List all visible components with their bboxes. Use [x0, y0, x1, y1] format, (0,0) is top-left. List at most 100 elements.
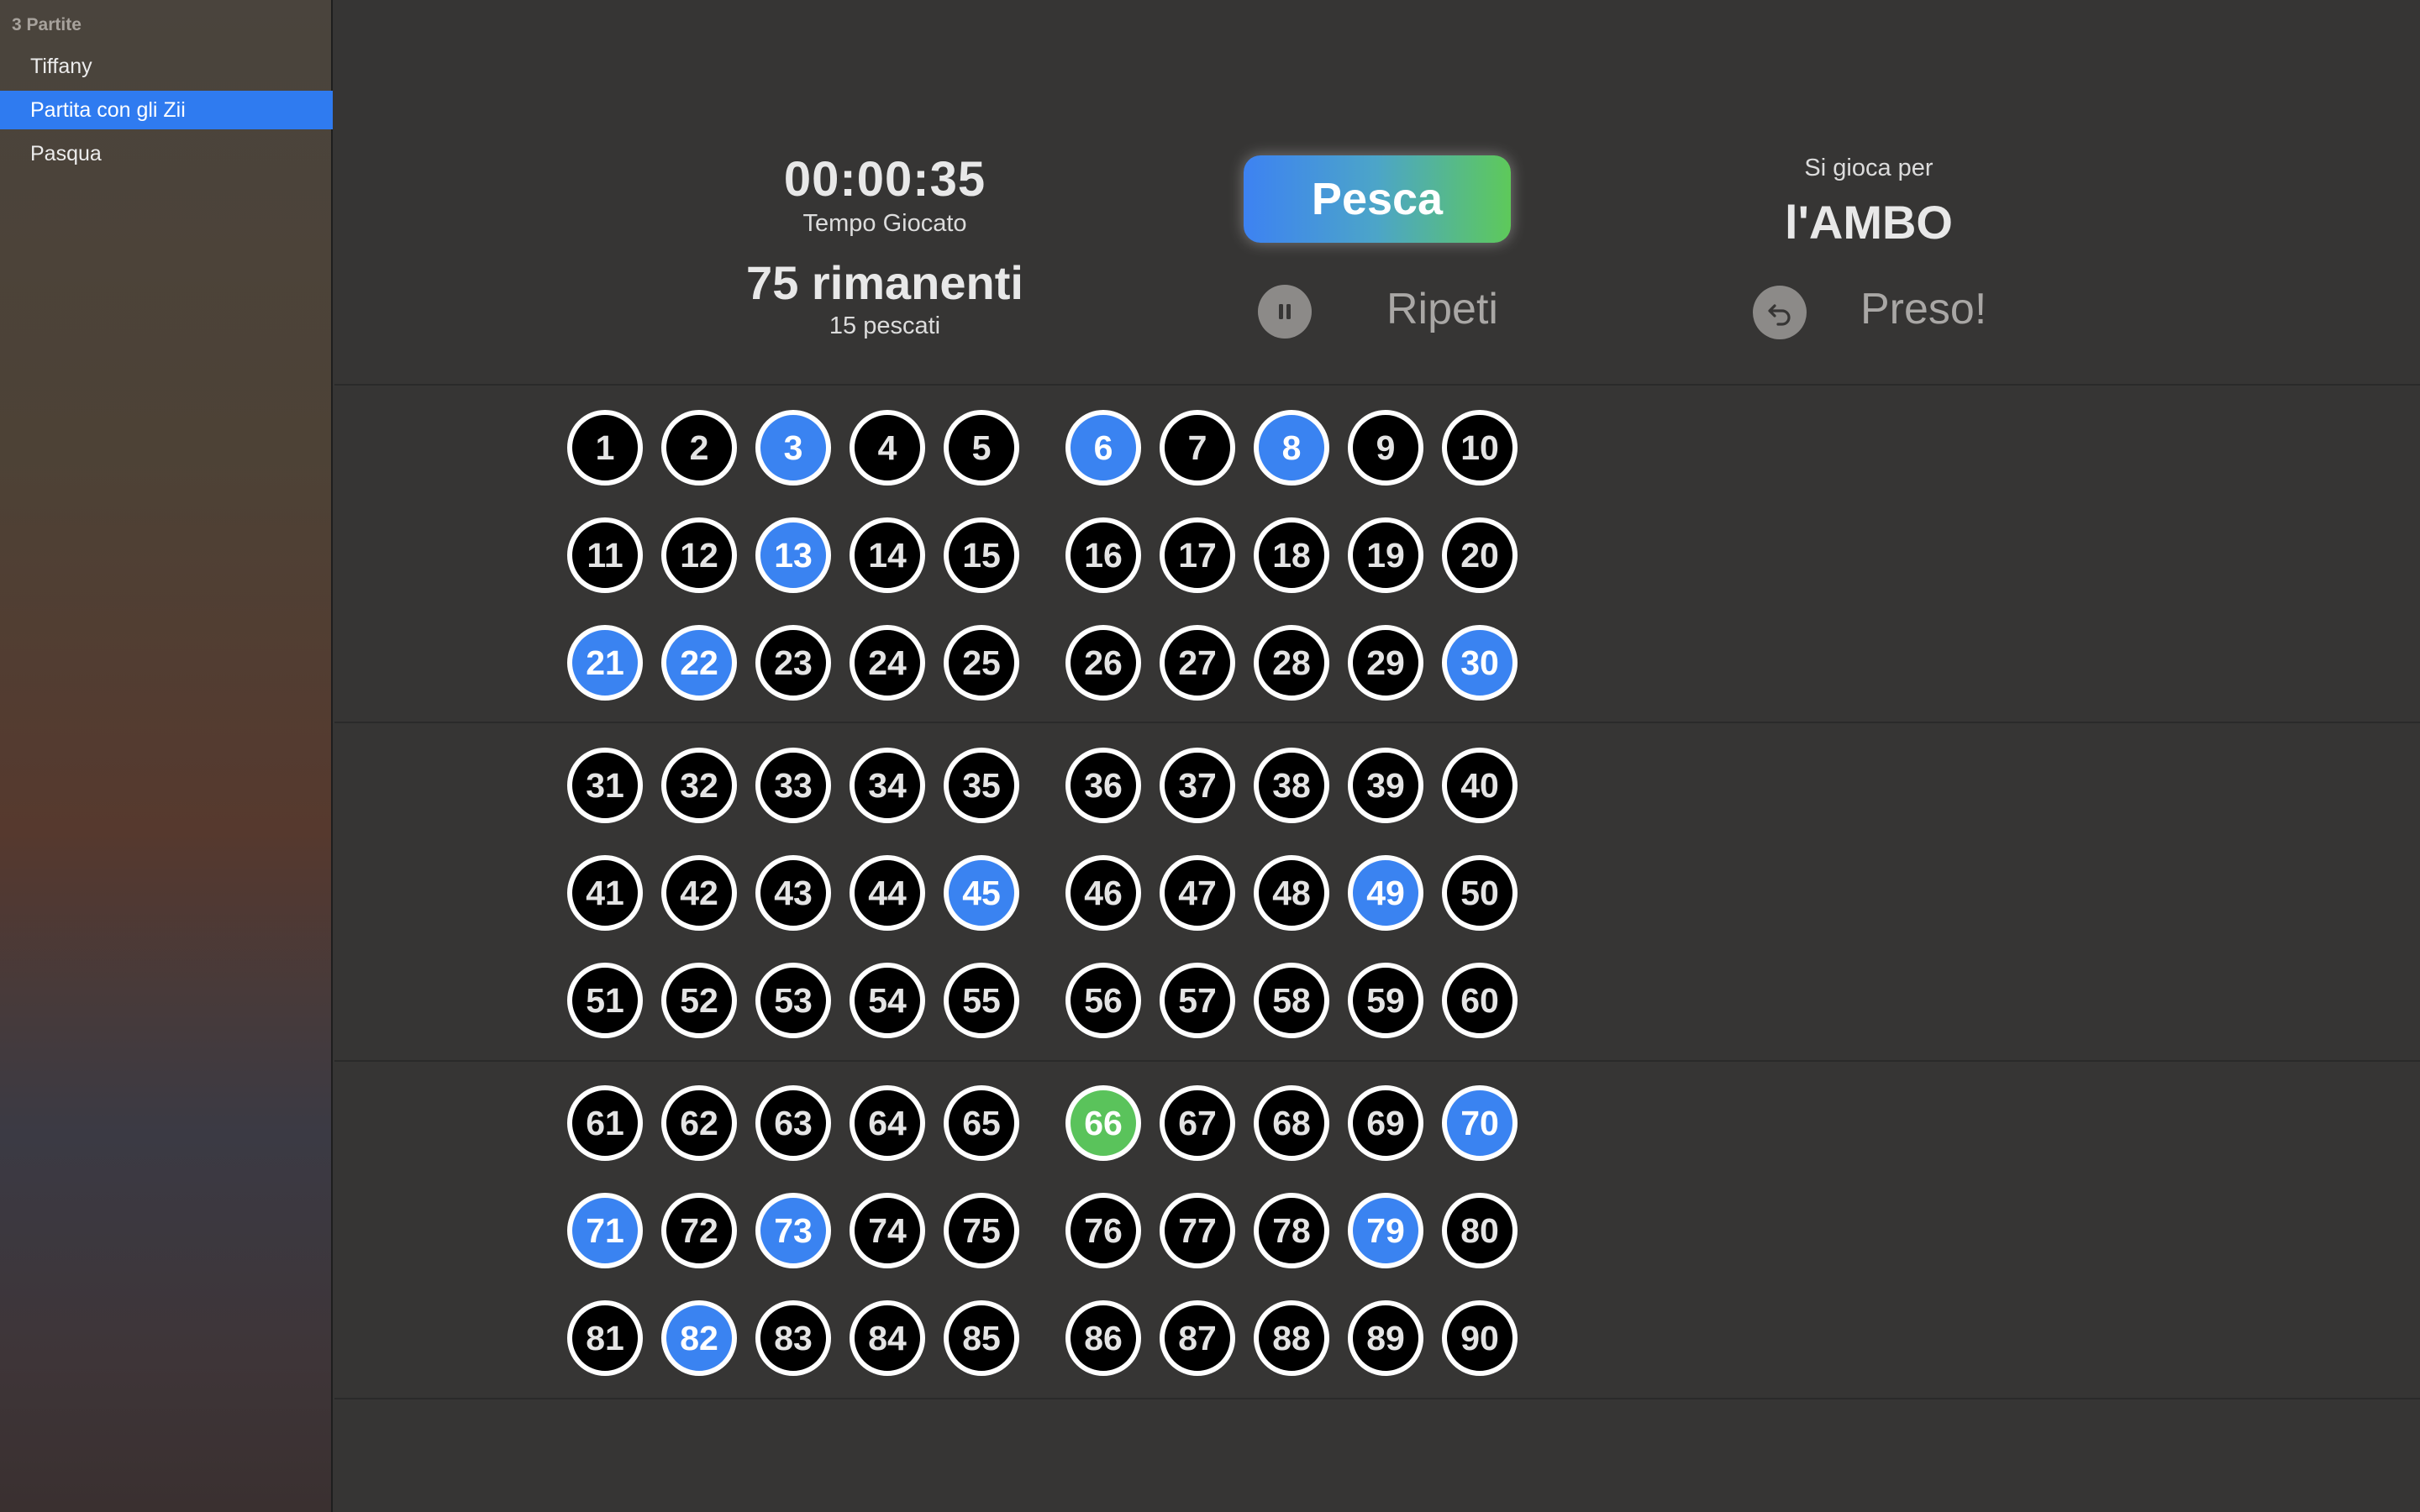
- number-ball-41[interactable]: 41: [567, 855, 643, 931]
- number-ball-23[interactable]: 23: [755, 625, 831, 701]
- number-ball-89[interactable]: 89: [1348, 1300, 1423, 1376]
- number-ball-27[interactable]: 27: [1160, 625, 1235, 701]
- sidebar-item-pasqua[interactable]: Pasqua: [0, 134, 333, 173]
- number-ball-12[interactable]: 12: [661, 517, 737, 593]
- number-ball-84[interactable]: 84: [850, 1300, 925, 1376]
- number-ball-60[interactable]: 60: [1442, 963, 1518, 1038]
- number-ball-54[interactable]: 54: [850, 963, 925, 1038]
- number-ball-1[interactable]: 1: [567, 410, 643, 486]
- number-ball-43[interactable]: 43: [755, 855, 831, 931]
- number-ball-34[interactable]: 34: [850, 748, 925, 823]
- number-ball-11[interactable]: 11: [567, 517, 643, 593]
- sidebar-item-tiffany[interactable]: Tiffany: [0, 47, 333, 86]
- number-ball-71[interactable]: 71: [567, 1193, 643, 1268]
- number-ball-9[interactable]: 9: [1348, 410, 1423, 486]
- number-ball-67[interactable]: 67: [1160, 1085, 1235, 1161]
- number-ball-36[interactable]: 36: [1065, 748, 1141, 823]
- number-ball-38[interactable]: 38: [1254, 748, 1329, 823]
- number-ball-50[interactable]: 50: [1442, 855, 1518, 931]
- number-ball-30[interactable]: 30: [1442, 625, 1518, 701]
- number-ball-78[interactable]: 78: [1254, 1193, 1329, 1268]
- number-ball-55[interactable]: 55: [944, 963, 1019, 1038]
- number-ball-28[interactable]: 28: [1254, 625, 1329, 701]
- number-ball-15[interactable]: 15: [944, 517, 1019, 593]
- number-ball-10[interactable]: 10: [1442, 410, 1518, 486]
- number-ball-24[interactable]: 24: [850, 625, 925, 701]
- number-ball-22[interactable]: 22: [661, 625, 737, 701]
- number-ball-80[interactable]: 80: [1442, 1193, 1518, 1268]
- number-ball-3[interactable]: 3: [755, 410, 831, 486]
- number-ball-90[interactable]: 90: [1442, 1300, 1518, 1376]
- number-ball-76[interactable]: 76: [1065, 1193, 1141, 1268]
- number-ball-29[interactable]: 29: [1348, 625, 1423, 701]
- number-ball-88[interactable]: 88: [1254, 1300, 1329, 1376]
- divider: [334, 384, 2420, 386]
- number-ball-87[interactable]: 87: [1160, 1300, 1235, 1376]
- number-ball-17[interactable]: 17: [1160, 517, 1235, 593]
- number-ball-66[interactable]: 66: [1065, 1085, 1141, 1161]
- number-ball-7[interactable]: 7: [1160, 410, 1235, 486]
- number-ball-56[interactable]: 56: [1065, 963, 1141, 1038]
- number-ball-31[interactable]: 31: [567, 748, 643, 823]
- number-ball-16[interactable]: 16: [1065, 517, 1141, 593]
- goal-label: Si gioca per: [1804, 155, 1933, 181]
- number-ball-25[interactable]: 25: [944, 625, 1019, 701]
- number-ball-37[interactable]: 37: [1160, 748, 1235, 823]
- number-ball-63[interactable]: 63: [755, 1085, 831, 1161]
- number-ball-32[interactable]: 32: [661, 748, 737, 823]
- number-ball-57[interactable]: 57: [1160, 963, 1235, 1038]
- number-ball-59[interactable]: 59: [1348, 963, 1423, 1038]
- number-ball-18[interactable]: 18: [1254, 517, 1329, 593]
- number-ball-65[interactable]: 65: [944, 1085, 1019, 1161]
- number-ball-26[interactable]: 26: [1065, 625, 1141, 701]
- number-ball-52[interactable]: 52: [661, 963, 737, 1038]
- number-ball-69[interactable]: 69: [1348, 1085, 1423, 1161]
- pause-icon[interactable]: [1258, 285, 1312, 339]
- number-ball-86[interactable]: 86: [1065, 1300, 1141, 1376]
- number-ball-73[interactable]: 73: [755, 1193, 831, 1268]
- number-ball-77[interactable]: 77: [1160, 1193, 1235, 1268]
- number-ball-45[interactable]: 45: [944, 855, 1019, 931]
- draw-button[interactable]: Pesca: [1244, 155, 1511, 243]
- number-ball-58[interactable]: 58: [1254, 963, 1329, 1038]
- repeat-button[interactable]: Ripeti: [1386, 284, 1498, 334]
- number-ball-14[interactable]: 14: [850, 517, 925, 593]
- number-ball-72[interactable]: 72: [661, 1193, 737, 1268]
- number-ball-40[interactable]: 40: [1442, 748, 1518, 823]
- number-ball-79[interactable]: 79: [1348, 1193, 1423, 1268]
- number-ball-6[interactable]: 6: [1065, 410, 1141, 486]
- number-ball-85[interactable]: 85: [944, 1300, 1019, 1376]
- number-ball-53[interactable]: 53: [755, 963, 831, 1038]
- number-ball-42[interactable]: 42: [661, 855, 737, 931]
- number-ball-47[interactable]: 47: [1160, 855, 1235, 931]
- number-ball-5[interactable]: 5: [944, 410, 1019, 486]
- number-ball-33[interactable]: 33: [755, 748, 831, 823]
- number-ball-48[interactable]: 48: [1254, 855, 1329, 931]
- number-ball-83[interactable]: 83: [755, 1300, 831, 1376]
- number-ball-8[interactable]: 8: [1254, 410, 1329, 486]
- number-ball-4[interactable]: 4: [850, 410, 925, 486]
- number-ball-62[interactable]: 62: [661, 1085, 737, 1161]
- number-ball-70[interactable]: 70: [1442, 1085, 1518, 1161]
- number-ball-64[interactable]: 64: [850, 1085, 925, 1161]
- number-ball-74[interactable]: 74: [850, 1193, 925, 1268]
- number-ball-13[interactable]: 13: [755, 517, 831, 593]
- taken-button[interactable]: Preso!: [1860, 284, 1986, 334]
- number-ball-49[interactable]: 49: [1348, 855, 1423, 931]
- sidebar-item-partita-con-gli-zii[interactable]: Partita con gli Zii: [0, 91, 333, 129]
- number-ball-39[interactable]: 39: [1348, 748, 1423, 823]
- number-ball-81[interactable]: 81: [567, 1300, 643, 1376]
- number-ball-46[interactable]: 46: [1065, 855, 1141, 931]
- number-ball-61[interactable]: 61: [567, 1085, 643, 1161]
- number-ball-44[interactable]: 44: [850, 855, 925, 931]
- number-ball-21[interactable]: 21: [567, 625, 643, 701]
- number-ball-2[interactable]: 2: [661, 410, 737, 486]
- number-ball-35[interactable]: 35: [944, 748, 1019, 823]
- number-ball-68[interactable]: 68: [1254, 1085, 1329, 1161]
- number-ball-19[interactable]: 19: [1348, 517, 1423, 593]
- number-ball-20[interactable]: 20: [1442, 517, 1518, 593]
- number-ball-82[interactable]: 82: [661, 1300, 737, 1376]
- number-ball-51[interactable]: 51: [567, 963, 643, 1038]
- undo-icon[interactable]: [1753, 286, 1807, 339]
- number-ball-75[interactable]: 75: [944, 1193, 1019, 1268]
